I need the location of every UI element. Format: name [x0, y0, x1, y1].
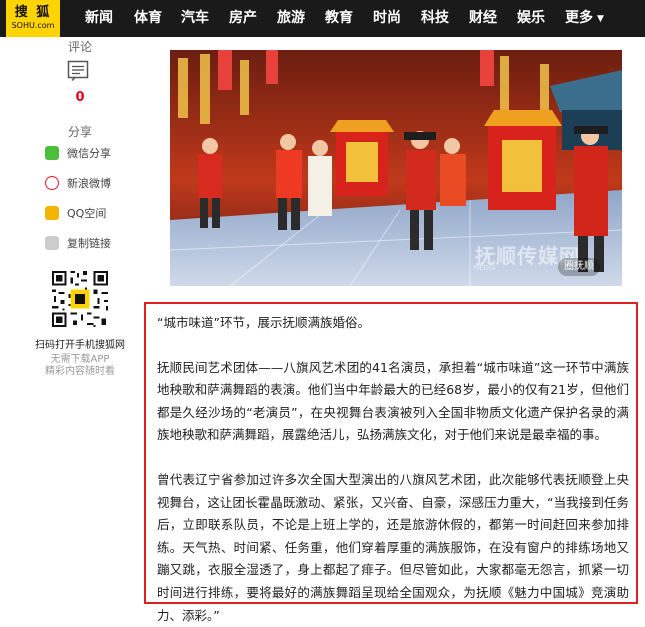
article-paragraph: 曾代表辽宁省参加过许多次全国大型演出的八旗风艺术团，此次能够代表抚顺登上央视舞台… — [157, 471, 629, 623]
share-weibo-button[interactable]: 新浪微博 — [45, 175, 111, 193]
share-wechat-button[interactable]: 微信分享 — [45, 145, 111, 163]
share-weibo-label: 新浪微博 — [67, 177, 111, 190]
link-icon — [45, 236, 59, 250]
share-wechat-label: 微信分享 — [67, 147, 111, 160]
nav-item-sports[interactable]: 体育 — [134, 0, 162, 37]
comment-icon[interactable] — [67, 60, 89, 82]
nav-item-education[interactable]: 教育 — [325, 0, 353, 37]
highlighted-article-box: “城市味道”环节，展示抚顺满族婚俗。 抚顺民间艺术团体——八旗风艺术团的41名演… — [144, 302, 638, 623]
nav-item-travel[interactable]: 旅游 — [277, 0, 305, 37]
sohu-logo[interactable]: 搜 狐 SOHU.com — [6, 0, 60, 37]
article-paragraph: “城市味道”环节，展示抚顺满族婚俗。 — [157, 315, 370, 330]
caret-down-icon: ▼ — [597, 14, 604, 24]
copy-link-button[interactable]: 复制链接 — [45, 235, 111, 253]
qr-subtext-2: 精彩内容随时看 — [45, 366, 115, 377]
nav-item-entertainment[interactable]: 娱乐 — [517, 0, 545, 37]
image-watermark-sub: MEDIA — [473, 264, 496, 272]
copy-link-label: 复制链接 — [67, 237, 111, 250]
share-title: 分享 — [67, 125, 92, 139]
article-image: 抚顺传媒网 MEDIA 圈抚顺 — [170, 50, 622, 286]
logo-subtext: SOHU.com — [11, 21, 55, 30]
nav-item-house[interactable]: 房产 — [229, 0, 257, 37]
article-paragraph: 抚顺民间艺术团体——八旗风艺术团的41名演员，承担着“城市味道”这一环节中满族地… — [157, 359, 629, 443]
logo-text: 搜 狐 — [14, 5, 52, 20]
nav-item-news[interactable]: 新闻 — [85, 0, 113, 37]
share-qzone-button[interactable]: QQ空间 — [45, 205, 106, 223]
qr-code — [50, 269, 110, 329]
nav-more-menu[interactable]: 更多 ▼ — [565, 0, 604, 37]
qzone-icon — [45, 206, 59, 220]
nav-item-finance[interactable]: 财经 — [469, 0, 497, 37]
comment-title: 评论 — [67, 40, 92, 54]
comment-count[interactable]: 0 — [40, 90, 120, 105]
qr-caption: 扫码打开手机搜狐网 — [35, 340, 125, 351]
nav-item-fashion[interactable]: 时尚 — [373, 0, 401, 37]
nav-more-label: 更多 — [565, 10, 593, 26]
top-nav-bar: 搜 狐 SOHU.com 新闻 体育 汽车 房产 旅游 教育 时尚 科技 财经 … — [0, 0, 645, 37]
wechat-icon — [45, 146, 59, 160]
image-source-badge: 圈抚顺 — [558, 258, 600, 276]
weibo-icon — [45, 176, 59, 190]
nav-item-auto[interactable]: 汽车 — [181, 0, 209, 37]
nav-item-tech[interactable]: 科技 — [421, 0, 449, 37]
share-qzone-label: QQ空间 — [67, 207, 107, 220]
article-body: “城市味道”环节，展示抚顺满族婚俗。 抚顺民间艺术团体——八旗风艺术团的41名演… — [157, 312, 629, 627]
